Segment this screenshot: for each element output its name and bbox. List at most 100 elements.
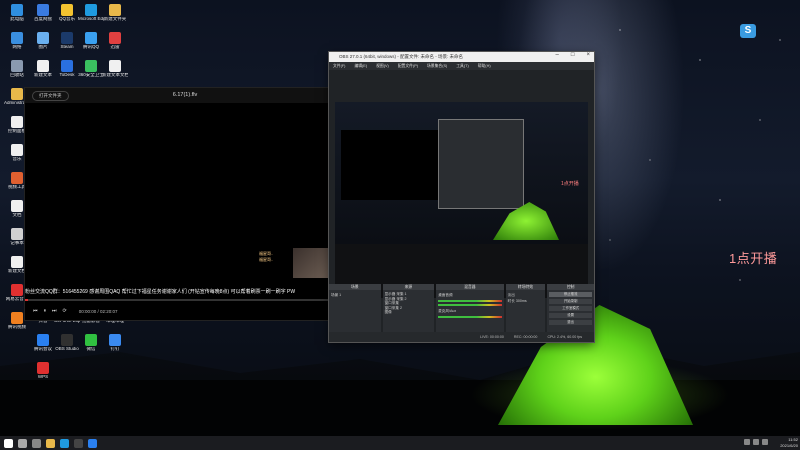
maximize-icon[interactable]: □: [571, 52, 575, 58]
control-button[interactable]: 停止推流: [549, 292, 592, 297]
taskbar: 11:52 2021/6/20: [0, 436, 800, 450]
desktop-icon[interactable]: 网络: [4, 32, 30, 50]
preview-overlay-text: 1点开播: [561, 181, 579, 187]
clock-date: 2021/6/20: [780, 442, 798, 448]
desktop-icon-label: 腾讯会议: [34, 347, 52, 351]
desktop-icon[interactable]: 新建文本: [30, 60, 56, 78]
app-icon: [11, 116, 23, 128]
obs-menu-item[interactable]: 视图(V): [376, 64, 389, 69]
obs-menu-item[interactable]: 编辑(E): [354, 64, 367, 69]
desktop-icon-label: 此电脑: [10, 17, 24, 21]
app-icon: [37, 334, 49, 346]
progress-fill: [25, 299, 29, 301]
loop-icon[interactable]: ⟳: [63, 308, 67, 314]
preview-nested-obs: [439, 120, 523, 208]
network-icon[interactable]: [744, 439, 750, 445]
desktop-icon[interactable]: 新建文本文档: [102, 60, 128, 78]
mixer-channel: 桌面音频: [438, 293, 453, 297]
desktop-icon-label: 腾讯视频: [8, 325, 26, 329]
desktop-icon[interactable]: ToDesk: [54, 60, 80, 78]
obs-menu-item[interactable]: 工具(T): [456, 64, 468, 69]
app-icon: [11, 144, 23, 156]
desktop-icon[interactable]: Microsoft Edge: [78, 4, 104, 22]
preview-nested-player: [341, 130, 441, 200]
app-icon: [37, 4, 49, 16]
desktop-icon[interactable]: OBS Studio: [54, 334, 80, 352]
volume-icon[interactable]: [753, 439, 759, 445]
obs-menu-item[interactable]: 文件(F): [333, 64, 345, 69]
controls-panel: 控制 停止推流开始录制工作室模式设置退出: [547, 284, 594, 332]
desktop-icon-label: 图片: [38, 45, 48, 49]
obs-docks: 场景 场景 1 来源 显示器 采集 1 显示器 采集 2 窗口采集 窗口采集 2 图像 …: [329, 284, 594, 332]
scenes-panel: 场景 场景 1: [329, 284, 381, 332]
desktop-icon[interactable]: 此电脑: [4, 4, 30, 22]
minimize-icon[interactable]: –: [556, 52, 559, 58]
taskbar-app-icon[interactable]: [32, 438, 41, 448]
app-icon: [11, 60, 23, 72]
desktop-icon[interactable]: 百度网盘: [30, 4, 56, 22]
app-icon: [109, 334, 121, 346]
taskbar-app-icon[interactable]: [88, 438, 97, 448]
video-player-window: 打开文件夹 6.17(1).flv 福星哥.. 福星哥.. 粉丝交流QQ群：51…: [25, 88, 345, 320]
desktop-icon[interactable]: 新建文件夹: [102, 4, 128, 22]
pause-icon[interactable]: ⏸: [44, 308, 47, 314]
source-item[interactable]: 图像: [385, 310, 433, 315]
obs-preview[interactable]: 1点开播: [335, 102, 588, 298]
app-icon: [85, 334, 97, 346]
desktop-icon[interactable]: Steam: [54, 32, 80, 50]
desktop-icon[interactable]: 钉钉: [102, 334, 128, 352]
app-icon: [109, 4, 121, 16]
app-icon: [11, 284, 23, 296]
desktop-icon[interactable]: QQ音乐: [54, 4, 80, 22]
desktop-icon[interactable]: 腾讯会议: [30, 334, 56, 352]
scrolling-banner: 粉丝交流QQ群：516455269 感谢周围QAQ 帮忙过下福星任务谢谢家人们 …: [25, 289, 296, 295]
clock[interactable]: 11:52 2021/6/20: [780, 437, 798, 448]
player-controls: ⏮ ⏸ ⏭ ⟳ 00:00:00 / 02:20:07: [25, 302, 345, 320]
obs-menu-item[interactable]: 场景集合(S): [427, 64, 447, 69]
desktop-icon[interactable]: 迅雷: [102, 32, 128, 50]
taskbar-app-icon[interactable]: [46, 438, 55, 448]
desktop-icon-label: 迅雷: [110, 45, 120, 49]
desktop-icon-label: OBS Studio: [55, 347, 79, 351]
desktop-icon[interactable]: 360安全卫士: [78, 60, 104, 78]
desktop-icon[interactable]: 腾讯QQ: [78, 32, 104, 50]
desktop-icon[interactable]: 微信: [78, 334, 104, 352]
obs-status-bar: LIVE: 00:00:00 REC: 00:00:00 CPU: 2.4%, 60…: [329, 332, 594, 342]
obs-menu-item[interactable]: 帮助(H): [478, 64, 491, 69]
control-button[interactable]: 退出: [549, 320, 592, 325]
desktop-icon-label: 新建文本文档: [102, 73, 128, 77]
desktop-icon[interactable]: 图片: [30, 32, 56, 50]
obs-menu-item[interactable]: 配置文件(P): [398, 64, 418, 69]
desktop: S 此电脑 百度网盘 QQ音乐Microsoft Edge新建文件夹网络 图片 Stea…: [0, 0, 800, 450]
obs-menu-bar: 文件(F) 编辑(E) 视图(V) 配置文件(P) 场景集合(S) 工具(T) 帮助(H): [329, 62, 594, 70]
app-logo-icon[interactable]: S: [740, 24, 756, 38]
control-button[interactable]: 工作室模式: [549, 306, 592, 311]
desktop-icon-label: 微信: [86, 347, 96, 351]
app-icon: [61, 32, 73, 44]
taskbar-app-icon[interactable]: [18, 438, 27, 448]
window-buttons: – □ ×: [556, 52, 590, 58]
taskbar-app-icon[interactable]: [4, 438, 13, 448]
next-icon[interactable]: ⏭: [52, 308, 57, 314]
system-tray: [744, 439, 768, 445]
ime-icon[interactable]: [762, 439, 768, 445]
control-button[interactable]: 设置: [549, 313, 592, 318]
desktop-icon[interactable]: WPS: [30, 362, 56, 380]
progress-bar[interactable]: [25, 299, 345, 301]
webcam-label: 福星哥..: [259, 257, 274, 262]
desktop-icon-label: 360安全卫士: [78, 73, 104, 77]
audio-meter: [438, 316, 502, 318]
transition-duration[interactable]: 时长 300ms: [508, 298, 544, 304]
app-icon: [85, 60, 97, 72]
scene-item[interactable]: 场景 1: [331, 292, 379, 298]
taskbar-app-icon[interactable]: [74, 438, 83, 448]
transitions-panel: 转场特效 淡出 时长 300ms: [505, 284, 546, 332]
close-icon[interactable]: ×: [586, 52, 590, 58]
taskbar-app-icon[interactable]: [60, 438, 69, 448]
app-icon: [37, 362, 49, 374]
desktop-icon[interactable]: 回收站: [4, 60, 30, 78]
previous-icon[interactable]: ⏮: [33, 308, 38, 314]
obs-titlebar: OBS 27.0.1 (64bit, windows) - 配置文件: 未命名 …: [329, 52, 594, 62]
control-button[interactable]: 开始录制: [549, 299, 592, 304]
controls-header: 控制: [547, 284, 594, 290]
